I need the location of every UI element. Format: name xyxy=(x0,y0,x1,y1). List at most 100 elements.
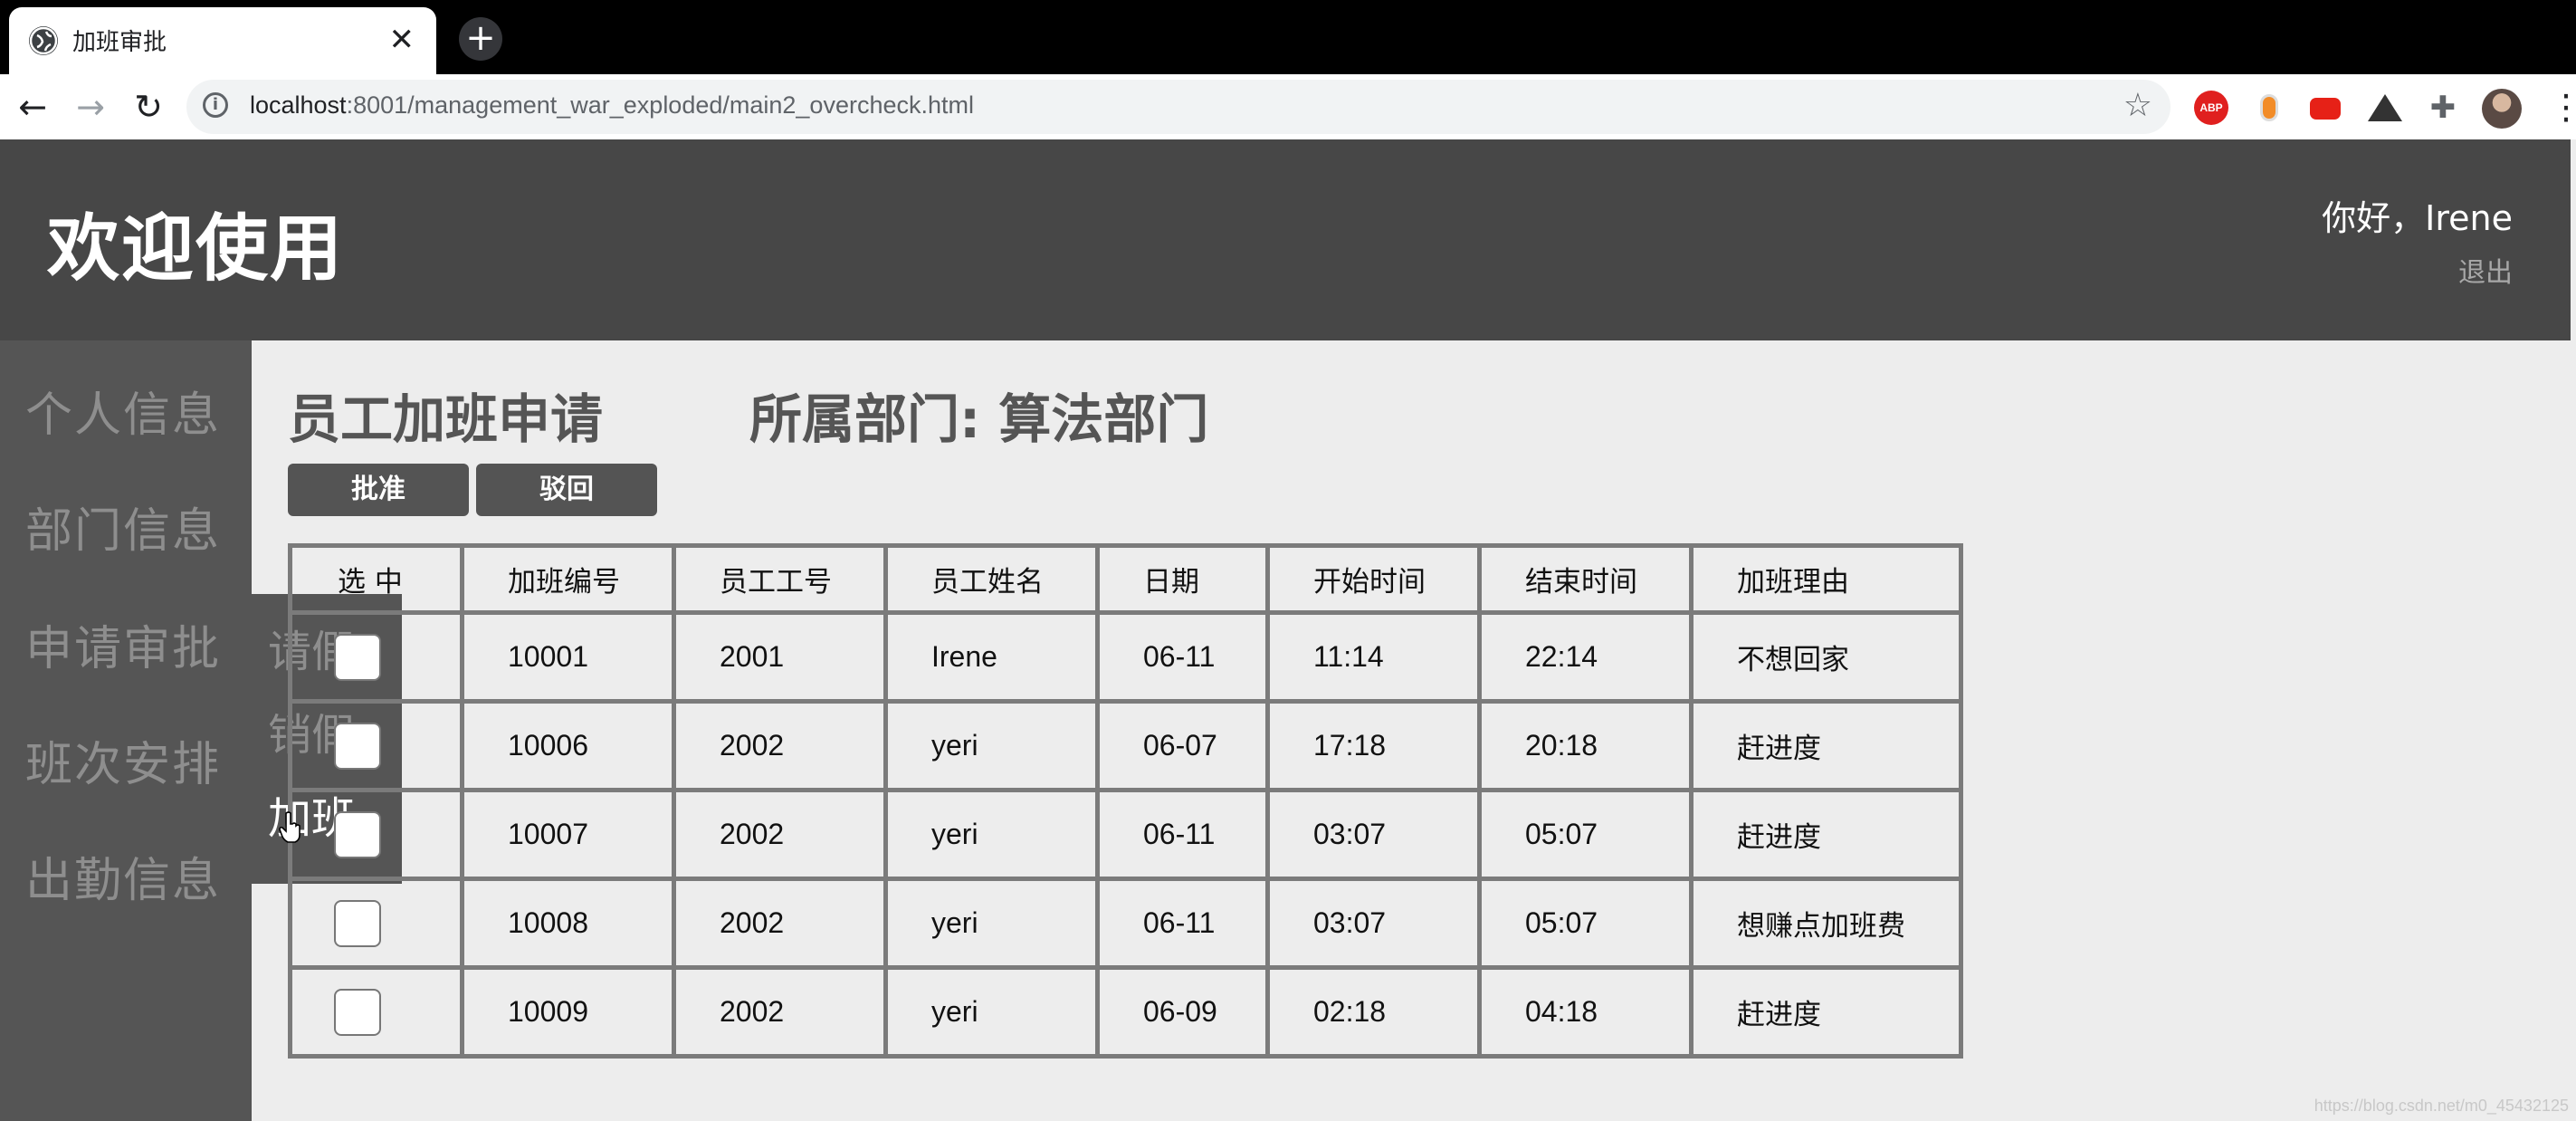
column-header-overtime-id: 加班编号 xyxy=(460,543,676,615)
reason-cell: 赶进度 xyxy=(1689,965,1963,1059)
date-cell: 06-11 xyxy=(1095,877,1270,970)
profile-avatar[interactable] xyxy=(2482,89,2522,129)
department-label: 所属部门: 算法部门 xyxy=(749,388,1209,450)
column-header-select: 选 中 xyxy=(288,543,464,615)
sidebar-item-personal-info[interactable]: 个人信息 xyxy=(25,377,221,445)
date-cell: 06-09 xyxy=(1095,965,1270,1059)
approve-button[interactable]: 批准 xyxy=(288,464,469,516)
sidebar-item-attendance[interactable]: 出勤信息 xyxy=(25,842,221,910)
sidebar: 个人信息 部门信息 申请审批 班次安排 出勤信息 xyxy=(0,340,252,1121)
row-checkbox[interactable] xyxy=(334,633,381,681)
reason-cell: 赶进度 xyxy=(1689,699,1963,792)
page: 欢迎使用 你好，Irene 退出 个人信息 部门信息 申请审批 班次安排 出勤信… xyxy=(0,139,2576,1121)
employee-no-cell: 2001 xyxy=(672,610,888,704)
overtime-table: 选 中 加班编号 员工工号 员工姓名 日期 开始时间 结束时间 加班理由 100… xyxy=(288,543,1963,1059)
sidebar-item-shift-schedule[interactable]: 班次安排 xyxy=(25,726,221,794)
url-host: localhost xyxy=(250,91,347,119)
browser-toolbar: ← → ↻ i localhost:8001/management_war_ex… xyxy=(0,74,2576,139)
bookmark-star-icon[interactable]: ☆ xyxy=(2123,87,2152,124)
overtime-id-cell: 10008 xyxy=(460,877,676,970)
select-cell xyxy=(288,610,464,704)
overtime-id-cell: 10001 xyxy=(460,610,676,704)
browser-tabstrip: 加班审批 ✕ + xyxy=(0,0,2576,74)
hand-cursor-icon xyxy=(279,811,301,843)
end-time-cell: 05:07 xyxy=(1477,877,1693,970)
employee-name-cell: yeri xyxy=(883,699,1100,792)
start-time-cell: 17:18 xyxy=(1265,699,1482,792)
overtime-id-cell: 10006 xyxy=(460,699,676,792)
orange-extension-icon[interactable] xyxy=(2252,91,2286,125)
watermark: https://blog.csdn.net/m0_45432125 xyxy=(2314,1097,2569,1115)
column-header-date: 日期 xyxy=(1095,543,1270,615)
welcome-title: 欢迎使用 xyxy=(47,206,344,291)
select-cell xyxy=(288,788,464,881)
employee-no-cell: 2002 xyxy=(672,788,888,881)
employee-no-cell: 2002 xyxy=(672,965,888,1059)
start-time-cell: 03:07 xyxy=(1265,877,1482,970)
date-cell: 06-07 xyxy=(1095,699,1270,792)
employee-name-cell: yeri xyxy=(883,965,1100,1059)
logout-link[interactable]: 退出 xyxy=(2458,250,2513,290)
abp-icon[interactable]: ABP xyxy=(2194,91,2228,125)
employee-no-cell: 2002 xyxy=(672,699,888,792)
url-text[interactable]: localhost:8001/management_war_exploded/m… xyxy=(250,91,974,120)
column-header-employee-no: 员工工号 xyxy=(672,543,888,615)
reload-icon[interactable]: ↻ xyxy=(125,83,172,130)
more-menu-icon[interactable]: ⋮ xyxy=(2549,83,2576,130)
address-bar[interactable]: i localhost:8001/management_war_exploded… xyxy=(186,80,2171,134)
forward-arrow-icon[interactable]: → xyxy=(67,83,114,130)
select-cell xyxy=(288,877,464,970)
end-time-cell: 20:18 xyxy=(1477,699,1693,792)
column-header-employee-name: 员工姓名 xyxy=(883,543,1100,615)
end-time-cell: 22:14 xyxy=(1477,610,1693,704)
start-time-cell: 03:07 xyxy=(1265,788,1482,881)
column-header-start-time: 开始时间 xyxy=(1265,543,1482,615)
page-header: 欢迎使用 你好，Irene 退出 xyxy=(0,139,2571,340)
employee-name-cell: yeri xyxy=(883,877,1100,970)
employee-name-cell: Irene xyxy=(883,610,1100,704)
browser-tab[interactable]: 加班审批 ✕ xyxy=(9,7,436,74)
overtime-id-cell: 10009 xyxy=(460,965,676,1059)
select-cell xyxy=(288,965,464,1059)
start-time-cell: 02:18 xyxy=(1265,965,1482,1059)
end-time-cell: 04:18 xyxy=(1477,965,1693,1059)
page-title: 员工加班申请 xyxy=(288,388,604,450)
puzzle-icon[interactable]: ✚ xyxy=(2426,91,2460,125)
reject-button[interactable]: 驳回 xyxy=(476,464,657,516)
table-header-row: 选 中 加班编号 员工工号 员工姓名 日期 开始时间 结束时间 加班理由 xyxy=(288,543,1963,615)
column-header-end-time: 结束时间 xyxy=(1477,543,1693,615)
row-checkbox[interactable] xyxy=(334,722,381,770)
reason-cell: 想赚点加班费 xyxy=(1689,877,1963,970)
table-row: 10009 2002 yeri 06-09 02:18 04:18 赶进度 xyxy=(288,965,1963,1059)
employee-no-cell: 2002 xyxy=(672,877,888,970)
new-tab-button[interactable]: + xyxy=(459,17,502,61)
row-checkbox[interactable] xyxy=(334,899,381,947)
mountain-extension-icon[interactable] xyxy=(2368,94,2402,121)
table-row: 10006 2002 yeri 06-07 17:18 20:18 赶进度 xyxy=(288,699,1963,792)
back-arrow-icon[interactable]: ← xyxy=(9,83,56,130)
table-row: 10007 2002 yeri 06-11 03:07 05:07 赶进度 xyxy=(288,788,1963,881)
column-header-reason: 加班理由 xyxy=(1689,543,1963,615)
url-path: :8001/management_war_exploded/main2_over… xyxy=(346,91,974,119)
info-icon[interactable]: i xyxy=(203,92,228,118)
user-greeting: 你好，Irene xyxy=(2322,198,2513,238)
row-checkbox[interactable] xyxy=(334,988,381,1036)
close-icon[interactable]: ✕ xyxy=(389,24,415,55)
row-checkbox[interactable] xyxy=(334,810,381,858)
reason-cell: 赶进度 xyxy=(1689,788,1963,881)
start-time-cell: 11:14 xyxy=(1265,610,1482,704)
sidebar-item-department-info[interactable]: 部门信息 xyxy=(25,493,221,560)
overtime-id-cell: 10007 xyxy=(460,788,676,881)
date-cell: 06-11 xyxy=(1095,610,1270,704)
end-time-cell: 05:07 xyxy=(1477,788,1693,881)
date-cell: 06-11 xyxy=(1095,788,1270,881)
select-cell xyxy=(288,699,464,792)
table-row: 10001 2001 Irene 06-11 11:14 22:14 不想回家 xyxy=(288,610,1963,704)
tab-title: 加班审批 xyxy=(72,29,167,56)
table-row: 10008 2002 yeri 06-11 03:07 05:07 想赚点加班费 xyxy=(288,877,1963,970)
sidebar-item-approval[interactable]: 申请审批 xyxy=(25,610,221,678)
youtube-extension-icon[interactable] xyxy=(2308,91,2342,125)
globe-icon xyxy=(29,26,58,55)
employee-name-cell: yeri xyxy=(883,788,1100,881)
reason-cell: 不想回家 xyxy=(1689,610,1963,704)
